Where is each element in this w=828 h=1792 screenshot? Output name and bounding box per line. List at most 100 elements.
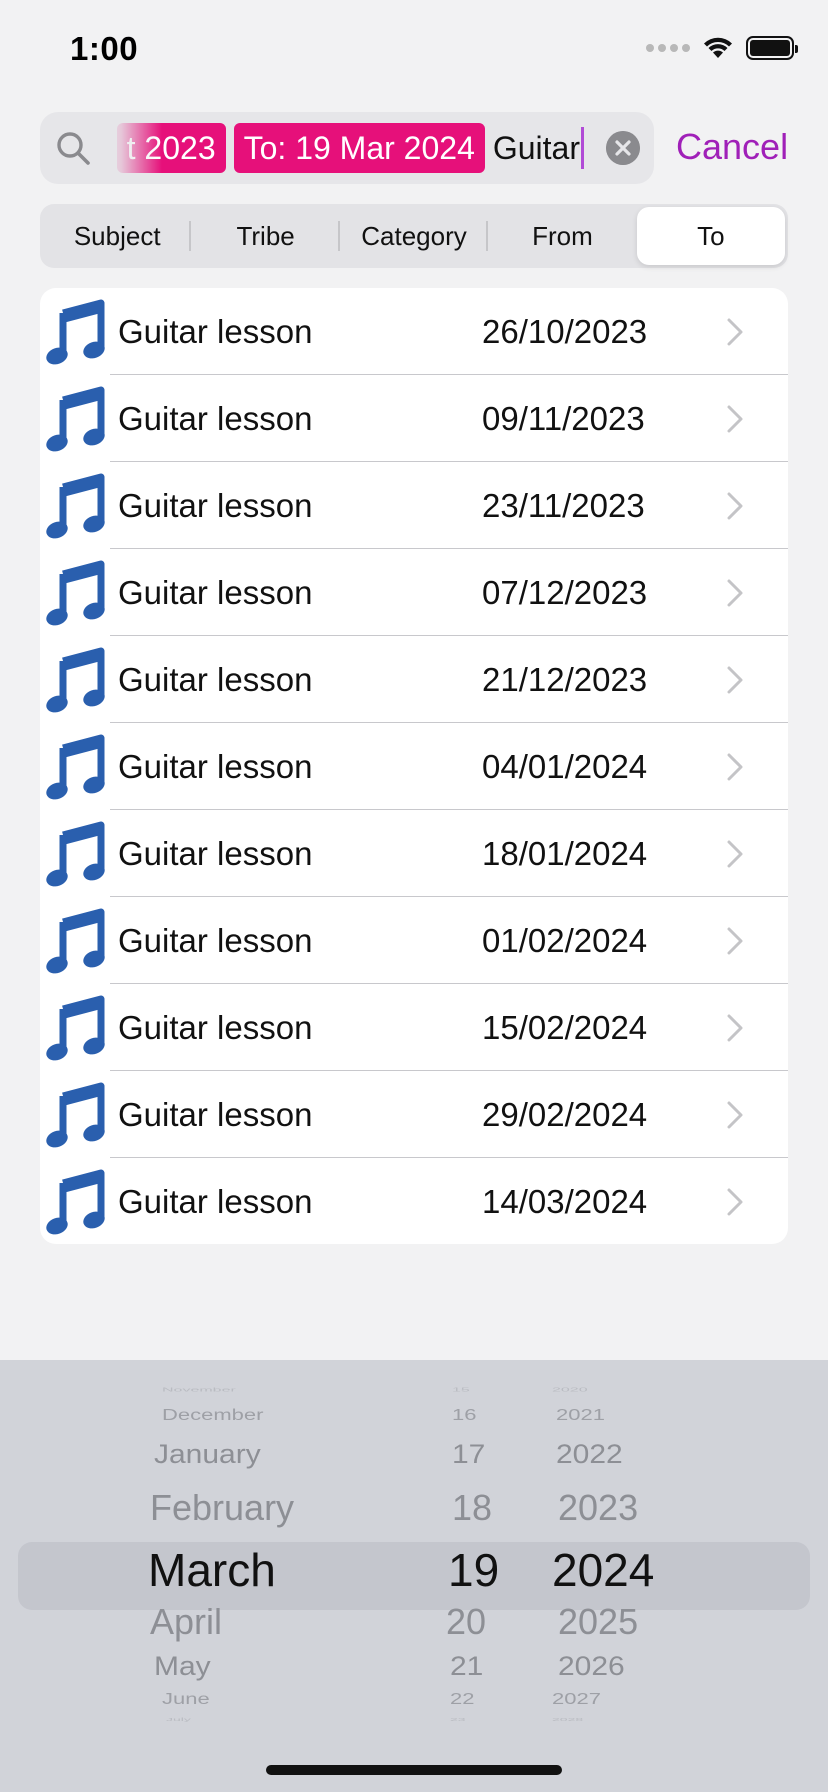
row-subject: Guitar lesson: [118, 574, 313, 611]
scope-to[interactable]: To: [636, 207, 786, 265]
row-date: 14/03/2024: [482, 1183, 648, 1220]
status-icons: [646, 36, 798, 60]
token-fade: [104, 123, 162, 173]
month-wheel-item: December: [162, 1405, 264, 1424]
music-note-icon: [46, 1169, 105, 1235]
row-date: 26/10/2023: [482, 313, 648, 350]
year-wheel-item: 2025: [558, 1601, 639, 1642]
search-scope-control: Subject Tribe Category From To: [40, 204, 788, 268]
search-query-text[interactable]: Guitar: [493, 123, 584, 173]
status-time: 1:00: [70, 30, 139, 67]
results-list: Guitar lesson 26/10/2023 Guitar lesson 09/1…: [40, 288, 788, 1244]
year-wheel-item: 2022: [556, 1439, 623, 1470]
year-wheel-item: 2026: [558, 1651, 625, 1682]
year-wheel[interactable]: 2020 2021 2022 2023 2024 2025 2026 2027 2028: [552, 1360, 672, 1792]
result-row[interactable]: Guitar lesson 29/02/2024: [40, 1071, 788, 1158]
year-wheel-item: 2020: [552, 1386, 588, 1393]
chevron-right-icon: [727, 579, 743, 607]
result-row[interactable]: Guitar lesson 04/01/2024: [40, 723, 788, 810]
wifi-icon: [704, 37, 732, 58]
music-note-icon: [46, 1082, 105, 1148]
music-note-icon: [46, 734, 105, 800]
row-date: 29/02/2024: [482, 1096, 648, 1133]
day-wheel-item: 16: [452, 1405, 477, 1424]
result-row[interactable]: Guitar lesson 09/11/2023: [40, 375, 788, 462]
chevron-right-icon: [727, 1188, 743, 1216]
row-date: 18/01/2024: [482, 835, 648, 872]
row-date: 07/12/2023: [482, 574, 648, 611]
day-wheel-item: 23: [450, 1716, 466, 1722]
cellular-signal-icon: [646, 44, 690, 52]
result-row[interactable]: Guitar lesson 21/12/2023: [40, 636, 788, 723]
result-row[interactable]: Guitar lesson 26/10/2023: [40, 288, 788, 375]
row-subject: Guitar lesson: [118, 1096, 313, 1133]
search-query-value: Guitar: [492, 130, 580, 166]
month-wheel[interactable]: November December January February March Apri…: [148, 1360, 370, 1792]
clear-search-icon[interactable]: [606, 131, 640, 165]
row-subject: Guitar lesson: [118, 1009, 313, 1046]
day-wheel-item: 21: [450, 1651, 484, 1682]
month-wheel-item: February: [150, 1487, 295, 1528]
month-wheel-item: January: [154, 1439, 261, 1470]
result-row[interactable]: Guitar lesson 07/12/2023: [40, 549, 788, 636]
row-subject: Guitar lesson: [118, 922, 313, 959]
day-wheel-item: 17: [452, 1439, 486, 1470]
chevron-right-icon: [727, 753, 743, 781]
result-row[interactable]: Guitar lesson 23/11/2023: [40, 462, 788, 549]
date-picker[interactable]: November December January February March Apri…: [0, 1360, 828, 1792]
month-wheel-item: March: [148, 1544, 276, 1596]
day-wheel-item: 15: [452, 1386, 470, 1393]
day-wheel[interactable]: 15 16 17 18 19 20 21 22 23: [446, 1360, 520, 1792]
month-wheel-item: April: [150, 1601, 223, 1642]
result-row[interactable]: Guitar lesson 01/02/2024: [40, 897, 788, 984]
search-tokens: t 2023 To: 19 Mar 2024 Guitar: [104, 123, 584, 173]
month-wheel-item: May: [154, 1651, 211, 1682]
music-note-icon: [46, 560, 105, 626]
chevron-right-icon: [727, 666, 743, 694]
year-wheel-item: 2024: [552, 1544, 655, 1596]
result-row[interactable]: Guitar lesson 15/02/2024: [40, 984, 788, 1071]
chevron-right-icon: [727, 318, 743, 346]
row-date: 04/01/2024: [482, 748, 648, 785]
result-row[interactable]: Guitar lesson 14/03/2024: [40, 1158, 788, 1244]
search-icon: [57, 132, 90, 165]
music-note-icon: [46, 995, 105, 1061]
chevron-right-icon: [727, 1014, 743, 1042]
scope-tribe[interactable]: Tribe: [191, 207, 341, 265]
row-date: 21/12/2023: [482, 661, 648, 698]
picker-selection-highlight: [18, 1542, 810, 1610]
status-bar: 1:00: [0, 0, 828, 100]
row-date: 09/11/2023: [482, 400, 645, 437]
year-wheel-item: 2028: [552, 1716, 584, 1722]
row-subject: Guitar lesson: [118, 313, 313, 350]
row-subject: Guitar lesson: [118, 661, 313, 698]
text-caret: [581, 127, 584, 169]
scope-category[interactable]: Category: [340, 207, 489, 265]
music-note-icon: [46, 821, 105, 887]
music-note-icon: [46, 299, 105, 365]
row-subject: Guitar lesson: [118, 748, 313, 785]
music-note-icon: [46, 386, 105, 452]
row-subject: Guitar lesson: [118, 400, 313, 437]
music-note-icon: [46, 647, 105, 713]
battery-icon: [746, 36, 798, 60]
chevron-right-icon: [727, 840, 743, 868]
month-wheel-item: November: [162, 1386, 236, 1393]
result-row[interactable]: Guitar lesson 18/01/2024: [40, 810, 788, 897]
chevron-right-icon: [727, 492, 743, 520]
day-wheel-item: 19: [448, 1544, 500, 1596]
search-field[interactable]: t 2023 To: 19 Mar 2024 Guitar: [40, 112, 654, 184]
year-wheel-item: 2021: [556, 1405, 605, 1424]
year-wheel-item: 2027: [552, 1689, 601, 1708]
cancel-button[interactable]: Cancel: [676, 122, 788, 172]
scope-from[interactable]: From: [488, 207, 636, 265]
month-wheel-item: June: [162, 1689, 210, 1708]
day-wheel-item: 22: [450, 1689, 475, 1708]
row-date: 23/11/2023: [482, 487, 645, 524]
row-subject: Guitar lesson: [118, 835, 313, 872]
to-date-token[interactable]: To: 19 Mar 2024: [233, 123, 485, 173]
scope-subject[interactable]: Subject: [43, 207, 192, 265]
year-wheel-item: 2023: [558, 1487, 639, 1528]
home-indicator: [266, 1765, 562, 1775]
day-wheel-item: 20: [446, 1601, 487, 1642]
